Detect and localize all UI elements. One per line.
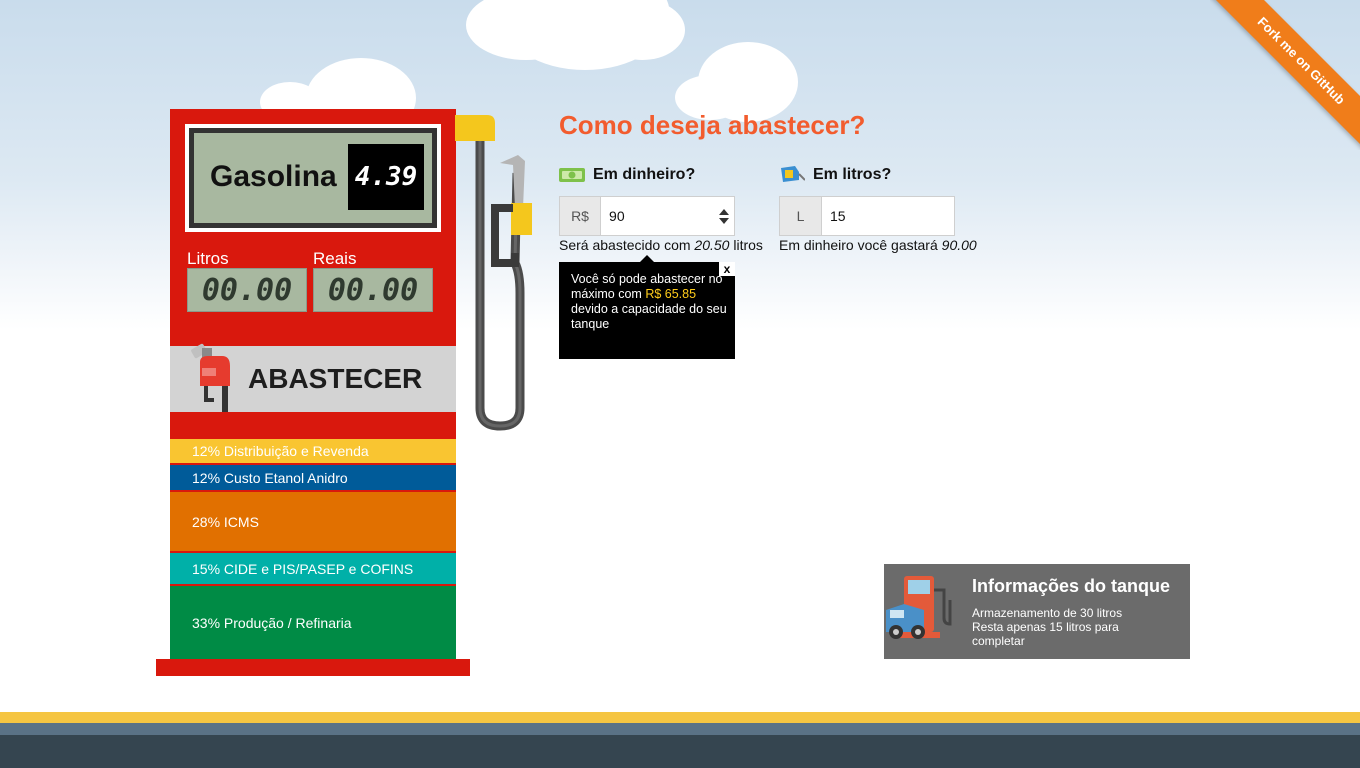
money-input[interactable]: [601, 197, 714, 235]
gas-station-car-icon: [886, 576, 952, 639]
fuel-nozzle-icon: [191, 343, 230, 412]
footer-stripe: [0, 723, 1360, 735]
liters-help-text: Em dinheiro você gastará 90.00: [779, 237, 977, 253]
money-option-title: Em dinheiro?: [559, 164, 695, 186]
tank-remaining: Resta apenas 15 litros para completar: [972, 620, 1119, 648]
litros-meter: 00.00: [187, 268, 307, 312]
github-ribbon[interactable]: Fork me on GitHub: [1210, 0, 1360, 150]
cloud: [600, 0, 685, 60]
footer-accent-bar: [0, 712, 1360, 723]
fuel-pump-base: [156, 659, 470, 676]
price-band-icms: 28% ICMS: [170, 492, 456, 551]
abastecer-button[interactable]: ABASTECER: [170, 343, 456, 412]
price-display: Gasolina 4.39: [185, 124, 441, 232]
liters-help-value: 90.00: [941, 237, 977, 253]
max-amount-tooltip: Você só pode abastecer no máximo com R$ …: [559, 262, 735, 359]
spinner-down-icon[interactable]: [718, 217, 729, 224]
reais-meter: 00.00: [313, 268, 433, 312]
money-input-group: R$: [559, 196, 735, 236]
tank-info-title: Informações do tanque: [972, 576, 1171, 596]
tank-info-panel: Informações do tanque Armazenamento de 3…: [884, 564, 1190, 659]
liters-addon: L: [780, 197, 822, 235]
max-amount-value: R$ 65.85: [645, 287, 697, 301]
footer: [0, 735, 1360, 768]
tank-capacity: Armazenamento de 30 litros: [972, 606, 1123, 620]
abastecer-label: ABASTECER: [248, 363, 423, 394]
price-band-ethanol: 12% Custo Etanol Anidro: [170, 465, 456, 490]
litros-label: Litros: [187, 249, 229, 268]
spinner-up-icon[interactable]: [718, 208, 729, 215]
liters-input-group: L: [779, 196, 955, 236]
price-band-refinery: 33% Produção / Refinaria: [170, 586, 456, 659]
money-help-text: Será abastecido com 20.50 litros: [559, 237, 763, 253]
currency-addon: R$: [560, 197, 602, 235]
page-title: Como deseja abastecer?: [559, 110, 866, 140]
tooltip-arrow: [640, 255, 654, 262]
price-band-distribution: 12% Distribuição e Revenda: [170, 439, 456, 463]
fuel-name: Gasolina: [210, 160, 337, 193]
number-spinner[interactable]: [713, 197, 734, 235]
money-help-value: 20.50: [694, 237, 730, 253]
fuel-can-icon: [781, 166, 805, 182]
liters-input[interactable]: [822, 197, 954, 235]
tooltip-close-button[interactable]: x: [719, 262, 735, 276]
pump-hose: [455, 115, 532, 431]
price-band-cide: 15% CIDE e PIS/PASEP e COFINS: [170, 553, 456, 584]
money-icon: [559, 168, 585, 182]
github-ribbon-link[interactable]: Fork me on GitHub: [1210, 0, 1360, 150]
fuel-price: 4.39: [348, 144, 424, 210]
liters-option-title: Em litros?: [779, 164, 891, 186]
reais-label: Reais: [313, 249, 357, 268]
